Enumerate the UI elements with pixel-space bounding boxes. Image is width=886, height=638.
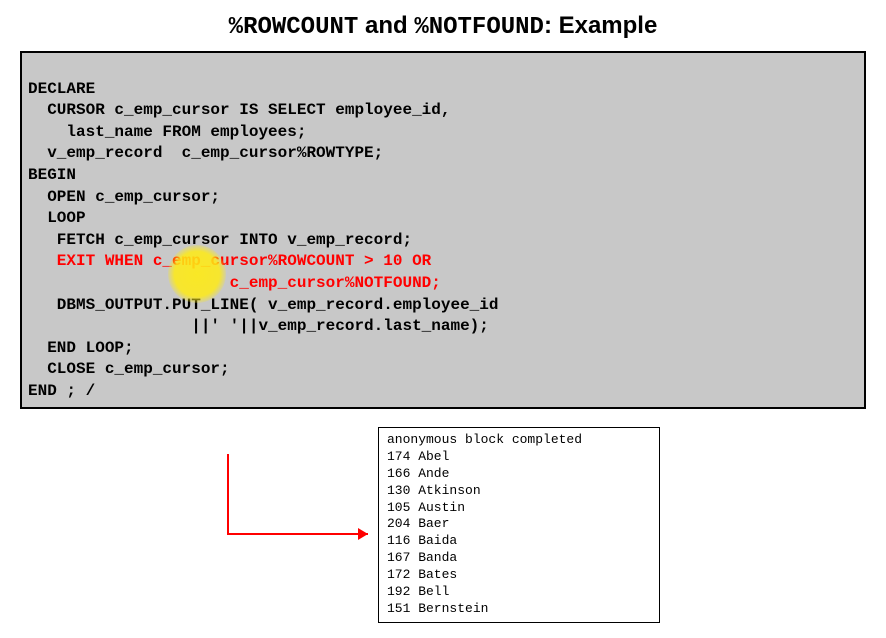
title-suffix: : Example	[544, 12, 657, 39]
code-line-exit: EXIT WHEN c_emp_cursor%ROWCOUNT > 10 OR	[28, 252, 431, 270]
output-row: 167 Banda	[387, 550, 457, 565]
code-line: LOOP	[28, 209, 86, 227]
output-row: 130 Atkinson	[387, 483, 481, 498]
code-line: DBMS_OUTPUT.PUT_LINE( v_emp_record.emplo…	[28, 296, 498, 314]
title-and: and	[358, 12, 414, 39]
page-title: %ROWCOUNT and %NOTFOUND: Example	[0, 0, 886, 51]
output-row: 192 Bell	[387, 584, 449, 599]
output-row: 174 Abel	[387, 449, 449, 464]
output-row: 151 Bernstein	[387, 601, 488, 616]
code-line: END LOOP;	[28, 339, 134, 357]
code-block: DECLARE CURSOR c_emp_cursor IS SELECT em…	[20, 51, 866, 409]
code-line: OPEN c_emp_cursor;	[28, 188, 220, 206]
code-line: last_name FROM employees;	[28, 123, 306, 141]
code-line: END ; /	[28, 382, 95, 400]
output-panel: anonymous block completed 174 Abel 166 A…	[378, 427, 660, 623]
code-line: FETCH c_emp_cursor INTO v_emp_record;	[28, 231, 412, 249]
output-row: 166 Ande	[387, 466, 449, 481]
code-line: ||' '||v_emp_record.last_name);	[28, 317, 489, 335]
arrow-icon	[218, 454, 388, 574]
code-line: CURSOR c_emp_cursor IS SELECT employee_i…	[28, 101, 450, 119]
code-line-notfound: c_emp_cursor%NOTFOUND;	[28, 274, 441, 292]
title-notfound: %NOTFOUND	[414, 14, 544, 41]
code-line: DECLARE	[28, 80, 95, 98]
code-line: CLOSE c_emp_cursor;	[28, 360, 230, 378]
output-header: anonymous block completed	[387, 432, 582, 447]
output-row: 172 Bates	[387, 567, 457, 582]
code-line: v_emp_record c_emp_cursor%ROWTYPE;	[28, 144, 383, 162]
code-line: BEGIN	[28, 166, 76, 184]
output-row: 116 Baida	[387, 533, 457, 548]
output-row: 204 Baer	[387, 516, 449, 531]
title-rowcount: %ROWCOUNT	[229, 14, 359, 41]
output-row: 105 Austin	[387, 500, 465, 515]
